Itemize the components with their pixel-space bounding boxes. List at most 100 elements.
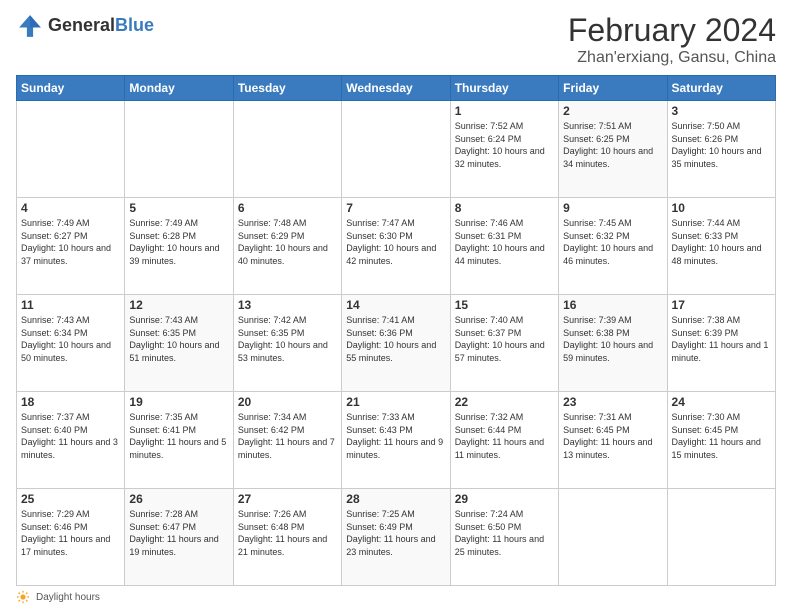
day-info: Sunrise: 7:44 AM Sunset: 6:33 PM Dayligh… — [672, 217, 771, 267]
day-info: Sunrise: 7:43 AM Sunset: 6:35 PM Dayligh… — [129, 314, 228, 364]
week-row-1: 1 Sunrise: 7:52 AM Sunset: 6:24 PM Daylig… — [17, 101, 776, 198]
day-number: 29 — [455, 492, 554, 506]
day-number: 23 — [563, 395, 662, 409]
day-number: 27 — [238, 492, 337, 506]
weekday-header-monday: Monday — [125, 76, 233, 101]
calendar-cell: 27 Sunrise: 7:26 AM Sunset: 6:48 PM Dayli… — [233, 489, 341, 586]
calendar-cell — [559, 489, 667, 586]
calendar-cell: 7 Sunrise: 7:47 AM Sunset: 6:30 PM Daylig… — [342, 198, 450, 295]
day-number: 21 — [346, 395, 445, 409]
calendar-cell: 15 Sunrise: 7:40 AM Sunset: 6:37 PM Dayli… — [450, 295, 558, 392]
day-number: 15 — [455, 298, 554, 312]
day-number: 20 — [238, 395, 337, 409]
calendar-cell: 22 Sunrise: 7:32 AM Sunset: 6:44 PM Dayli… — [450, 392, 558, 489]
calendar-cell: 11Sunrise: 7:43 AM Sunset: 6:34 PM Dayli… — [17, 295, 125, 392]
sun-icon — [16, 590, 30, 604]
logo: GeneralBlue — [16, 12, 154, 40]
day-info: Sunrise: 7:49 AM Sunset: 6:28 PM Dayligh… — [129, 217, 228, 267]
calendar-cell: 21 Sunrise: 7:33 AM Sunset: 6:43 PM Dayli… — [342, 392, 450, 489]
logo-blue-text: Blue — [115, 15, 154, 35]
footer-bar: Daylight hours — [16, 590, 776, 604]
day-number: 2 — [563, 104, 662, 118]
calendar-cell: 29 Sunrise: 7:24 AM Sunset: 6:50 PM Dayli… — [450, 489, 558, 586]
day-info: Sunrise: 7:43 AM Sunset: 6:34 PM Dayligh… — [21, 314, 120, 364]
calendar-cell — [667, 489, 775, 586]
day-number: 13 — [238, 298, 337, 312]
title-block: February 2024 Zhan'erxiang, Gansu, China — [568, 12, 776, 67]
day-info: Sunrise: 7:46 AM Sunset: 6:31 PM Dayligh… — [455, 217, 554, 267]
calendar-cell — [233, 101, 341, 198]
calendar-cell: 25Sunrise: 7:29 AM Sunset: 6:46 PM Dayli… — [17, 489, 125, 586]
day-number: 22 — [455, 395, 554, 409]
calendar-cell: 12 Sunrise: 7:43 AM Sunset: 6:35 PM Dayli… — [125, 295, 233, 392]
calendar-cell: 26Sunrise: 7:28 AM Sunset: 6:47 PM Dayli… — [125, 489, 233, 586]
calendar-cell — [125, 101, 233, 198]
weekday-header-sunday: Sunday — [17, 76, 125, 101]
day-number: 8 — [455, 201, 554, 215]
day-number: 12 — [129, 298, 228, 312]
calendar-cell: 3 Sunrise: 7:50 AM Sunset: 6:26 PM Daylig… — [667, 101, 775, 198]
calendar-cell: 18Sunrise: 7:37 AM Sunset: 6:40 PM Dayli… — [17, 392, 125, 489]
day-number: 9 — [563, 201, 662, 215]
calendar-cell: 16 Sunrise: 7:39 AM Sunset: 6:38 PM Dayli… — [559, 295, 667, 392]
day-info: Sunrise: 7:50 AM Sunset: 6:26 PM Dayligh… — [672, 120, 771, 170]
week-row-4: 18Sunrise: 7:37 AM Sunset: 6:40 PM Dayli… — [17, 392, 776, 489]
weekday-header-saturday: Saturday — [667, 76, 775, 101]
day-info: Sunrise: 7:40 AM Sunset: 6:37 PM Dayligh… — [455, 314, 554, 364]
week-row-2: 4 Sunrise: 7:49 AM Sunset: 6:27 PM Daylig… — [17, 198, 776, 295]
page: GeneralBlue February 2024 Zhan'erxiang, … — [0, 0, 792, 612]
calendar-cell: 4 Sunrise: 7:49 AM Sunset: 6:27 PM Daylig… — [17, 198, 125, 295]
calendar-cell — [17, 101, 125, 198]
title-location: Zhan'erxiang, Gansu, China — [568, 49, 776, 67]
calendar-cell: 24 Sunrise: 7:30 AM Sunset: 6:45 PM Dayli… — [667, 392, 775, 489]
day-info: Sunrise: 7:39 AM Sunset: 6:38 PM Dayligh… — [563, 314, 662, 364]
day-number: 6 — [238, 201, 337, 215]
day-number: 25 — [21, 492, 120, 506]
day-number: 7 — [346, 201, 445, 215]
day-info: Sunrise: 7:26 AM Sunset: 6:48 PM Dayligh… — [238, 508, 337, 558]
logo-general-text: General — [48, 15, 115, 35]
day-number: 14 — [346, 298, 445, 312]
calendar-cell: 20Sunrise: 7:34 AM Sunset: 6:42 PM Dayli… — [233, 392, 341, 489]
day-info: Sunrise: 7:41 AM Sunset: 6:36 PM Dayligh… — [346, 314, 445, 364]
week-row-5: 25Sunrise: 7:29 AM Sunset: 6:46 PM Dayli… — [17, 489, 776, 586]
day-number: 3 — [672, 104, 771, 118]
day-info: Sunrise: 7:47 AM Sunset: 6:30 PM Dayligh… — [346, 217, 445, 267]
day-number: 16 — [563, 298, 662, 312]
calendar-cell: 8 Sunrise: 7:46 AM Sunset: 6:31 PM Daylig… — [450, 198, 558, 295]
day-info: Sunrise: 7:32 AM Sunset: 6:44 PM Dayligh… — [455, 411, 554, 461]
day-info: Sunrise: 7:51 AM Sunset: 6:25 PM Dayligh… — [563, 120, 662, 170]
title-month: February 2024 — [568, 12, 776, 49]
weekday-header-tuesday: Tuesday — [233, 76, 341, 101]
day-number: 4 — [21, 201, 120, 215]
day-info: Sunrise: 7:52 AM Sunset: 6:24 PM Dayligh… — [455, 120, 554, 170]
day-number: 24 — [672, 395, 771, 409]
calendar-cell: 5 Sunrise: 7:49 AM Sunset: 6:28 PM Daylig… — [125, 198, 233, 295]
calendar-cell — [342, 101, 450, 198]
day-info: Sunrise: 7:38 AM Sunset: 6:39 PM Dayligh… — [672, 314, 771, 364]
weekday-header-friday: Friday — [559, 76, 667, 101]
weekday-header-wednesday: Wednesday — [342, 76, 450, 101]
day-info: Sunrise: 7:42 AM Sunset: 6:35 PM Dayligh… — [238, 314, 337, 364]
calendar-cell: 23 Sunrise: 7:31 AM Sunset: 6:45 PM Dayli… — [559, 392, 667, 489]
day-info: Sunrise: 7:31 AM Sunset: 6:45 PM Dayligh… — [563, 411, 662, 461]
day-number: 5 — [129, 201, 228, 215]
calendar-cell: 13 Sunrise: 7:42 AM Sunset: 6:35 PM Dayli… — [233, 295, 341, 392]
weekday-header-thursday: Thursday — [450, 76, 558, 101]
header: GeneralBlue February 2024 Zhan'erxiang, … — [16, 12, 776, 67]
day-info: Sunrise: 7:33 AM Sunset: 6:43 PM Dayligh… — [346, 411, 445, 461]
day-number: 17 — [672, 298, 771, 312]
calendar-cell: 17 Sunrise: 7:38 AM Sunset: 6:39 PM Dayli… — [667, 295, 775, 392]
day-number: 18 — [21, 395, 120, 409]
calendar-cell: 1 Sunrise: 7:52 AM Sunset: 6:24 PM Daylig… — [450, 101, 558, 198]
week-row-3: 11Sunrise: 7:43 AM Sunset: 6:34 PM Dayli… — [17, 295, 776, 392]
day-info: Sunrise: 7:25 AM Sunset: 6:49 PM Dayligh… — [346, 508, 445, 558]
day-info: Sunrise: 7:49 AM Sunset: 6:27 PM Dayligh… — [21, 217, 120, 267]
calendar-cell: 19Sunrise: 7:35 AM Sunset: 6:41 PM Dayli… — [125, 392, 233, 489]
day-number: 1 — [455, 104, 554, 118]
calendar-cell: 6Sunrise: 7:48 AM Sunset: 6:29 PM Daylig… — [233, 198, 341, 295]
day-info: Sunrise: 7:30 AM Sunset: 6:45 PM Dayligh… — [672, 411, 771, 461]
day-info: Sunrise: 7:24 AM Sunset: 6:50 PM Dayligh… — [455, 508, 554, 558]
day-info: Sunrise: 7:35 AM Sunset: 6:41 PM Dayligh… — [129, 411, 228, 461]
day-number: 28 — [346, 492, 445, 506]
